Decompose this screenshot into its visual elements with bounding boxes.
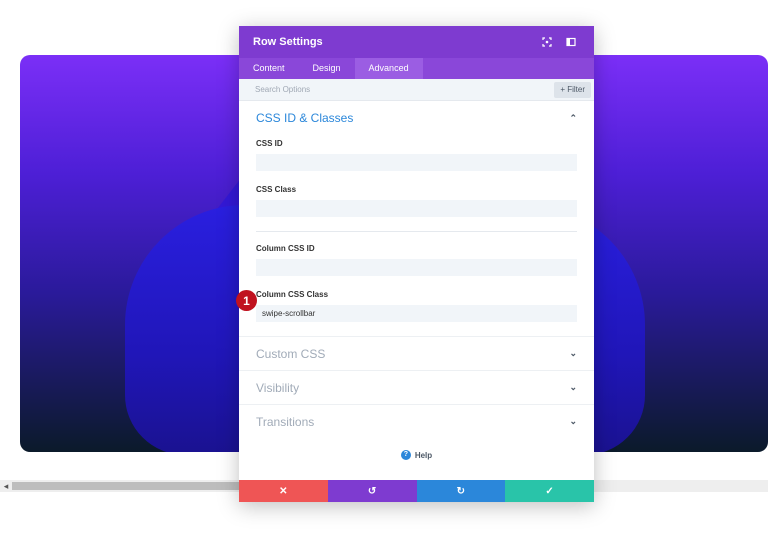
modal-tabs: Content Design Advanced <box>239 58 594 79</box>
tab-advanced[interactable]: Advanced <box>354 58 423 79</box>
check-icon: ✓ <box>545 485 554 497</box>
column-css-class-input[interactable]: swipe-scrollbar <box>256 305 577 322</box>
divider <box>256 231 577 232</box>
custom-css-title: Custom CSS <box>256 346 326 361</box>
sidebar-toggle-icon[interactable] <box>562 33 580 51</box>
modal-header: Row Settings <box>239 26 594 58</box>
discard-button[interactable]: ✕ <box>239 480 328 502</box>
fullscreen-icon[interactable] <box>538 33 556 51</box>
custom-css-section[interactable]: Custom CSS ⌄ <box>239 336 594 370</box>
undo-button[interactable]: ↺ <box>327 480 417 502</box>
transitions-section[interactable]: Transitions ⌄ <box>239 404 594 438</box>
save-button[interactable]: ✓ <box>505 480 594 502</box>
redo-icon: ↻ <box>456 485 466 497</box>
chevron-down-icon[interactable]: ⌄ <box>569 416 577 427</box>
search-row: Search Options + Filter <box>239 79 594 101</box>
close-icon: ✕ <box>279 485 288 497</box>
redo-button[interactable]: ↻ <box>416 480 506 502</box>
undo-icon: ↺ <box>367 485 377 497</box>
visibility-section[interactable]: Visibility ⌄ <box>239 370 594 404</box>
search-options-input[interactable]: Search Options <box>255 85 554 94</box>
step-badge: 1 <box>236 290 257 311</box>
css-id-input[interactable] <box>256 154 577 171</box>
css-class-input[interactable] <box>256 200 577 217</box>
visibility-title: Visibility <box>256 380 300 395</box>
help-link[interactable]: ? Help <box>239 450 594 460</box>
scroll-left-arrow-icon[interactable]: ◂ <box>0 480 12 492</box>
tab-design[interactable]: Design <box>299 58 355 79</box>
column-css-id-label: Column CSS ID <box>256 244 315 253</box>
css-id-classes-section: CSS ID & Classes ⌃ CSS ID CSS Class Colu… <box>239 101 594 322</box>
section-title: CSS ID & Classes <box>256 111 354 125</box>
filter-button[interactable]: + Filter <box>554 81 591 98</box>
row-settings-modal: Row Settings Content Design Advanced Sea… <box>239 26 594 502</box>
css-id-label: CSS ID <box>256 139 283 148</box>
transitions-title: Transitions <box>256 414 315 429</box>
section-header[interactable]: CSS ID & Classes ⌃ <box>256 101 577 135</box>
help-label: Help <box>414 450 433 460</box>
chevron-up-icon[interactable]: ⌃ <box>569 113 577 124</box>
column-css-id-input[interactable] <box>256 259 577 276</box>
tab-content[interactable]: Content <box>239 58 299 79</box>
help-icon: ? <box>400 450 411 460</box>
modal-footer: ✕ ↺ ↻ ✓ <box>239 480 594 502</box>
modal-title: Row Settings <box>253 36 323 48</box>
chevron-down-icon[interactable]: ⌄ <box>569 382 577 393</box>
column-css-class-label: Column CSS Class <box>256 290 329 299</box>
chevron-down-icon[interactable]: ⌄ <box>569 348 577 359</box>
css-class-label: CSS Class <box>256 185 297 194</box>
